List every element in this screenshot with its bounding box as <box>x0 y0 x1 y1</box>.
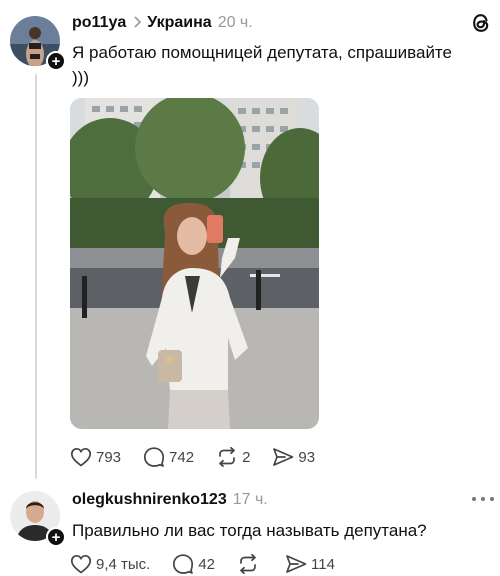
reply-text: Правильно ли вас тогда называть депутана… <box>72 521 427 540</box>
reply-username[interactable]: olegkushnirenko123 <box>72 491 227 509</box>
post-time: 20 ч. <box>217 14 253 31</box>
follow-plus-icon[interactable]: + <box>46 527 66 547</box>
heart-icon <box>70 447 92 467</box>
reply-count: 42 <box>198 555 216 573</box>
repost-count: 2 <box>242 448 251 466</box>
post-topic[interactable]: Украина <box>147 14 211 32</box>
share-count: 114 <box>311 555 335 573</box>
comment-icon <box>143 447 165 467</box>
reply-time: 17 ч. <box>232 491 268 508</box>
threads-logo-icon[interactable] <box>470 12 492 34</box>
post-photo[interactable] <box>70 98 319 429</box>
chevron-right-icon <box>133 15 142 31</box>
post-text: Я работаю помощницей депутата, спрашивай… <box>72 43 452 87</box>
post-header: po11ya Украина 20 ч. <box>72 12 253 34</box>
send-icon <box>273 448 294 466</box>
heart-icon <box>70 554 92 574</box>
comment-icon <box>173 554 194 574</box>
share-count: 93 <box>298 448 316 466</box>
like-button[interactable]: 793 <box>70 447 121 467</box>
reply-header: olegkushnirenko123 17 ч. <box>72 489 268 511</box>
repost-icon <box>240 554 256 574</box>
reply-count: 742 <box>169 448 195 466</box>
repost-button[interactable]: 2 <box>216 447 250 467</box>
follow-plus-icon[interactable]: + <box>46 51 66 71</box>
like-count: 9,4 тыс. <box>96 555 151 573</box>
share-button[interactable]: 114 <box>285 554 335 574</box>
like-count: 793 <box>96 448 122 466</box>
reply-button[interactable]: 42 <box>172 554 215 574</box>
repost-button[interactable] <box>237 554 263 574</box>
repost-icon <box>219 447 235 467</box>
like-button[interactable]: 9,4 тыс. <box>70 554 150 574</box>
send-icon <box>286 555 307 573</box>
reply-button[interactable]: 742 <box>143 447 194 467</box>
more-icon[interactable] <box>472 494 494 504</box>
thread-line <box>35 74 37 479</box>
share-button[interactable]: 93 <box>272 447 315 467</box>
post-actions: 793 742 2 93 <box>70 445 337 469</box>
reply-actions: 9,4 тыс. 42 114 <box>70 552 357 576</box>
post-username[interactable]: po11ya <box>72 14 126 32</box>
